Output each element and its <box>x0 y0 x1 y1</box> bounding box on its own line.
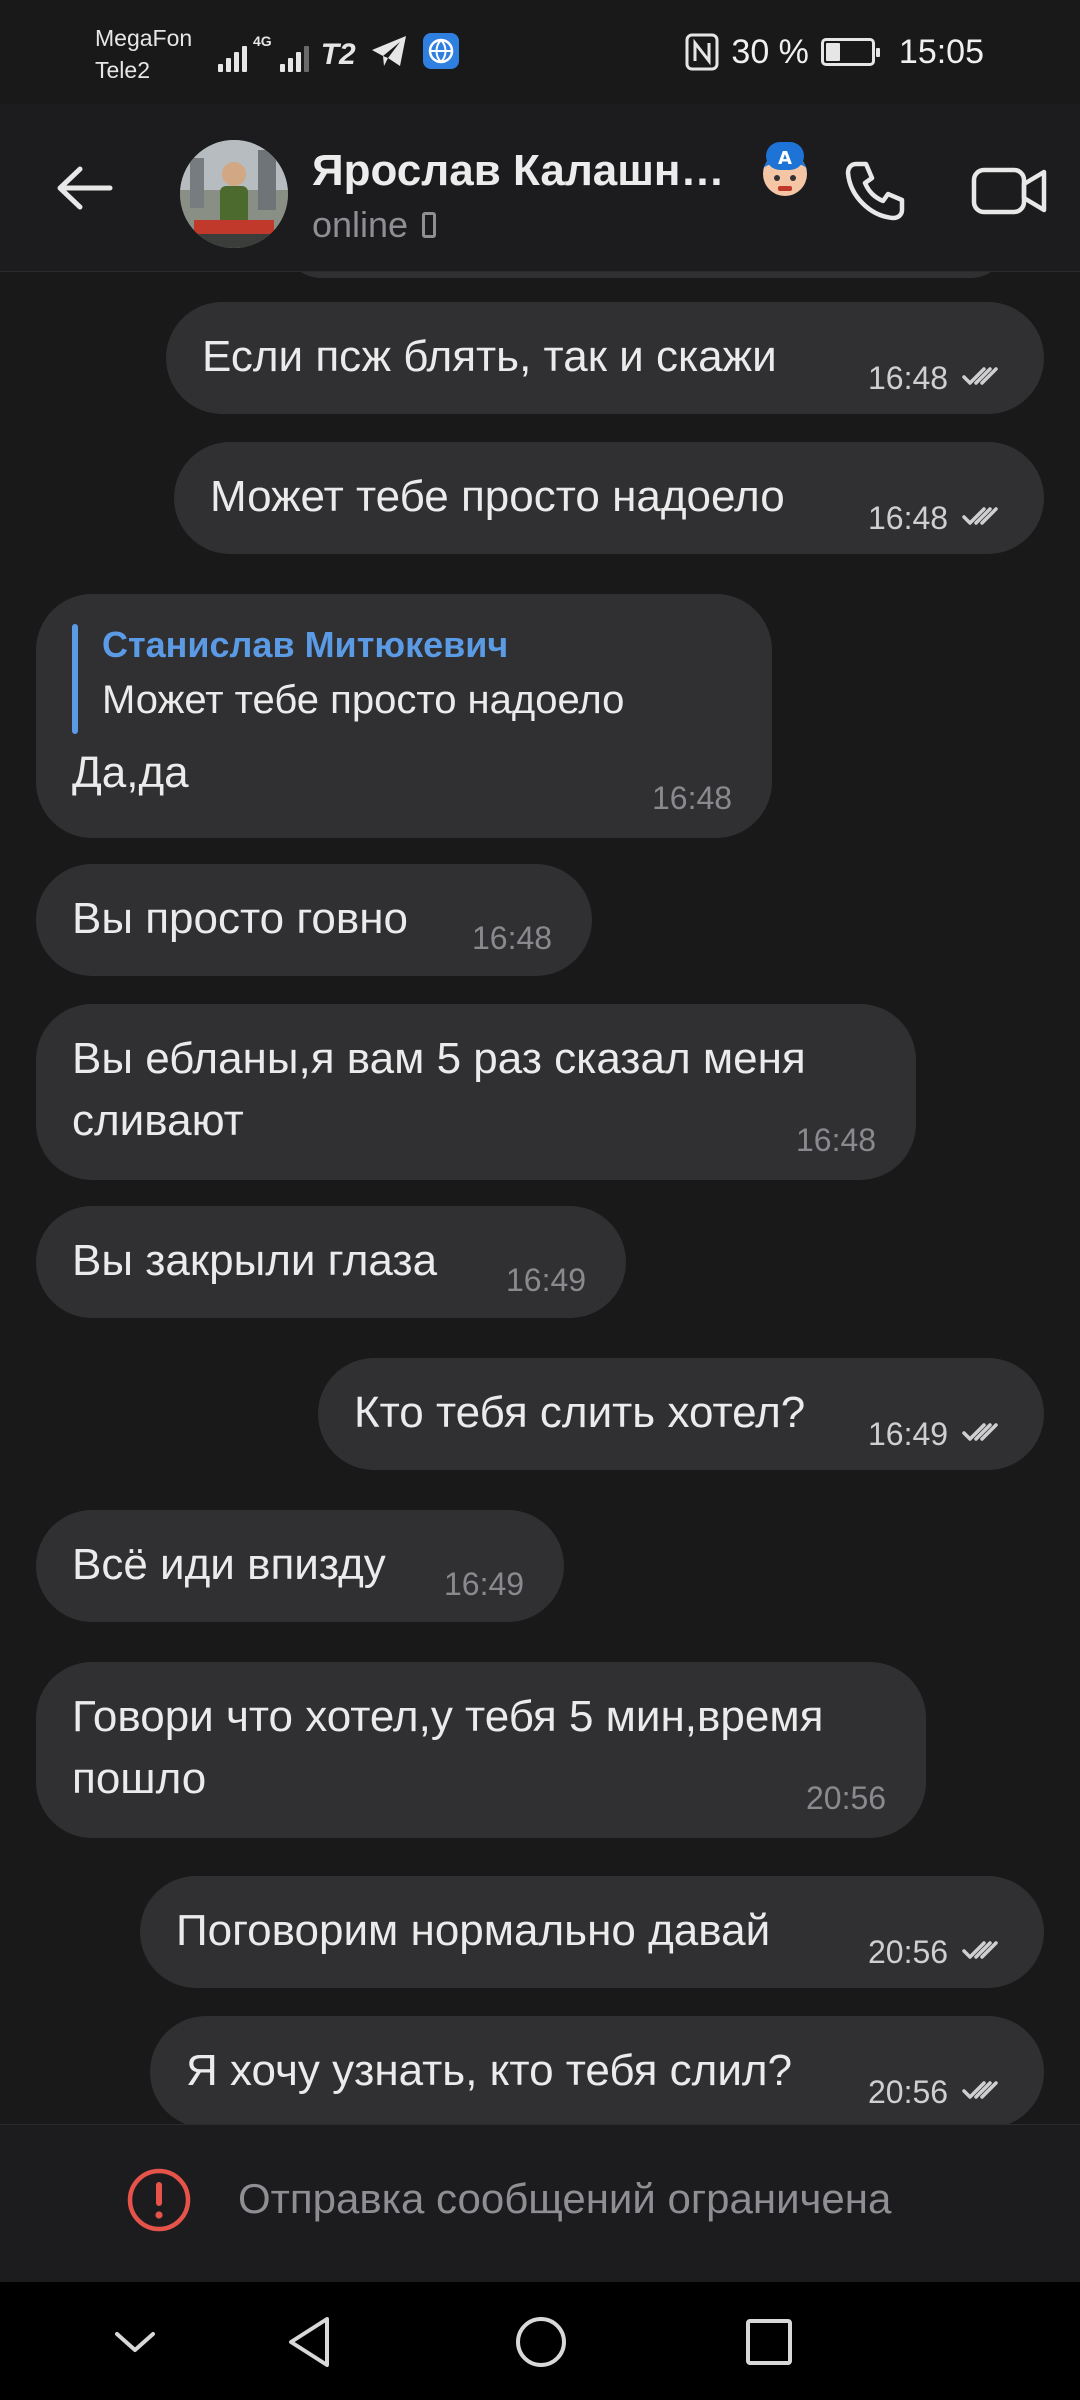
square-recents-icon <box>746 2319 792 2365</box>
message-bubble-outgoing[interactable]: Поговорим нормально давай 20:56 <box>140 1876 1044 1988</box>
vpn-globe-icon <box>422 33 459 69</box>
nav-back-button[interactable] <box>264 2302 354 2382</box>
circle-home-icon <box>516 2317 566 2367</box>
message-bubble-outgoing[interactable]: Я хочу узнать, кто тебя слил? 20:56 <box>150 2016 1044 2124</box>
message-bubble-outgoing[interactable]: Кто тебя слить хотел? 16:49 <box>318 1358 1044 1470</box>
warning-circle-icon <box>127 2168 191 2232</box>
superhero-mask-icon: A <box>763 142 807 196</box>
double-check-icon <box>962 367 998 385</box>
arrow-left-icon <box>57 166 113 210</box>
message-time: 16:48 <box>868 360 949 396</box>
message-time: 16:49 <box>444 1566 525 1602</box>
message-bubble-incoming[interactable]: Вы закрыли глаза 16:49 <box>36 1206 626 1318</box>
svg-text:A: A <box>778 148 792 169</box>
carrier-2: Tele2 <box>95 57 150 83</box>
message-text: Если псж блять, так и скажи <box>202 332 777 381</box>
message-time: 16:48 <box>652 780 733 816</box>
message-text-line: сливают <box>72 1096 244 1145</box>
double-check-icon <box>962 2081 998 2099</box>
battery-icon <box>820 38 880 66</box>
battery-percent: 30 % <box>731 32 809 71</box>
clock: 15:05 <box>898 32 984 71</box>
telegram-icon <box>371 36 406 66</box>
status-right: 30 % 15:05 <box>685 26 984 78</box>
message-bubble-outgoing[interactable]: Может тебе просто надоело 16:48 <box>174 442 1044 554</box>
message-text: Да,да <box>72 748 189 797</box>
message-time: 16:49 <box>506 1262 587 1298</box>
message-bubble-outgoing[interactable]: Если псж блять, так и скажи 16:48 <box>166 302 1044 414</box>
contact-status: online <box>312 204 437 246</box>
message-time: 16:48 <box>472 920 553 956</box>
video-camera-icon <box>971 167 1047 215</box>
t2-label: T2 <box>320 38 356 71</box>
triangle-back-icon <box>289 2317 329 2367</box>
restriction-text: Отправка сообщений ограничена <box>238 2175 892 2222</box>
mobile-device-icon <box>422 212 437 238</box>
message-list[interactable]: Если псж блять, так и скажи 16:48 Может … <box>0 272 1080 2124</box>
status-bar: MegaFon Tele2 4G T2 30 % 15:05 <box>0 0 1080 104</box>
message-bubble-partial <box>282 272 1010 278</box>
message-text-line: Вы ебланы,я вам 5 раз сказал меня <box>72 1034 806 1083</box>
message-text: Вы просто говно <box>72 894 409 943</box>
carrier-labels: MegaFon Tele2 <box>95 22 192 86</box>
system-nav-bar <box>0 2282 1080 2400</box>
carrier-1: MegaFon <box>95 25 193 51</box>
nfc-icon <box>685 33 719 71</box>
message-text: Всё иди впизду <box>72 1540 386 1589</box>
call-button[interactable] <box>830 146 920 236</box>
message-time: 20:56 <box>806 1780 887 1816</box>
message-bubble-incoming[interactable]: Вы ебланы,я вам 5 раз сказал меня сливаю… <box>36 1004 916 1180</box>
message-text-line: пошло <box>72 1754 207 1803</box>
status-text: online <box>312 204 409 245</box>
avatar[interactable] <box>180 140 288 248</box>
double-check-icon <box>962 1423 998 1441</box>
double-check-icon <box>962 507 998 525</box>
reply-author[interactable]: Станислав Митюкевич <box>102 624 508 666</box>
message-bubble-incoming[interactable]: Вы просто говно 16:48 <box>36 864 592 976</box>
message-time: 16:49 <box>868 1416 949 1452</box>
phone-icon <box>845 161 905 221</box>
message-time: 20:56 <box>868 1934 949 1970</box>
nav-home-button[interactable] <box>496 2302 586 2382</box>
message-bubble-incoming[interactable]: Станислав Митюкевич Может тебе просто на… <box>36 594 772 838</box>
chat-header: Ярослав Калашн… online A <box>0 104 1080 272</box>
message-time: 16:48 <box>796 1122 877 1158</box>
signal-icon-2 <box>279 32 309 72</box>
signal-icon <box>218 32 247 72</box>
messaging-restricted-bar: Отправка сообщений ограничена <box>0 2124 1080 2282</box>
message-bubble-incoming[interactable]: Всё иди впизду 16:49 <box>36 1510 564 1622</box>
avatar-image <box>180 140 288 248</box>
message-bubble-incoming[interactable]: Говори что хотел,у тебя 5 мин,время пошл… <box>36 1662 926 1838</box>
signal-icons: 4G T2 <box>218 28 460 72</box>
reply-quoted-text[interactable]: Может тебе просто надоело <box>102 678 624 723</box>
message-text: Вы закрыли глаза <box>72 1236 438 1285</box>
video-call-button[interactable] <box>962 146 1058 236</box>
message-text: Я хочу узнать, кто тебя слил? <box>186 2046 793 2095</box>
message-time: 16:48 <box>868 500 949 536</box>
hide-keyboard-button[interactable] <box>90 2302 180 2382</box>
contact-name[interactable]: Ярослав Калашн… <box>312 146 732 196</box>
double-check-icon <box>962 1941 998 1959</box>
message-text: Кто тебя слить хотел? <box>354 1388 806 1437</box>
message-text: Может тебе просто надоело <box>210 472 785 521</box>
message-text: Поговорим нормально давай <box>176 1906 771 1955</box>
nav-recents-button[interactable] <box>724 2302 814 2382</box>
message-text-line: Говори что хотел,у тебя 5 мин,время <box>72 1692 824 1741</box>
chevron-down-icon <box>115 2332 155 2352</box>
message-time: 20:56 <box>868 2074 949 2110</box>
back-button[interactable] <box>44 148 124 228</box>
reply-quote-bar <box>72 624 78 734</box>
network-type-label: 4G <box>253 33 272 49</box>
